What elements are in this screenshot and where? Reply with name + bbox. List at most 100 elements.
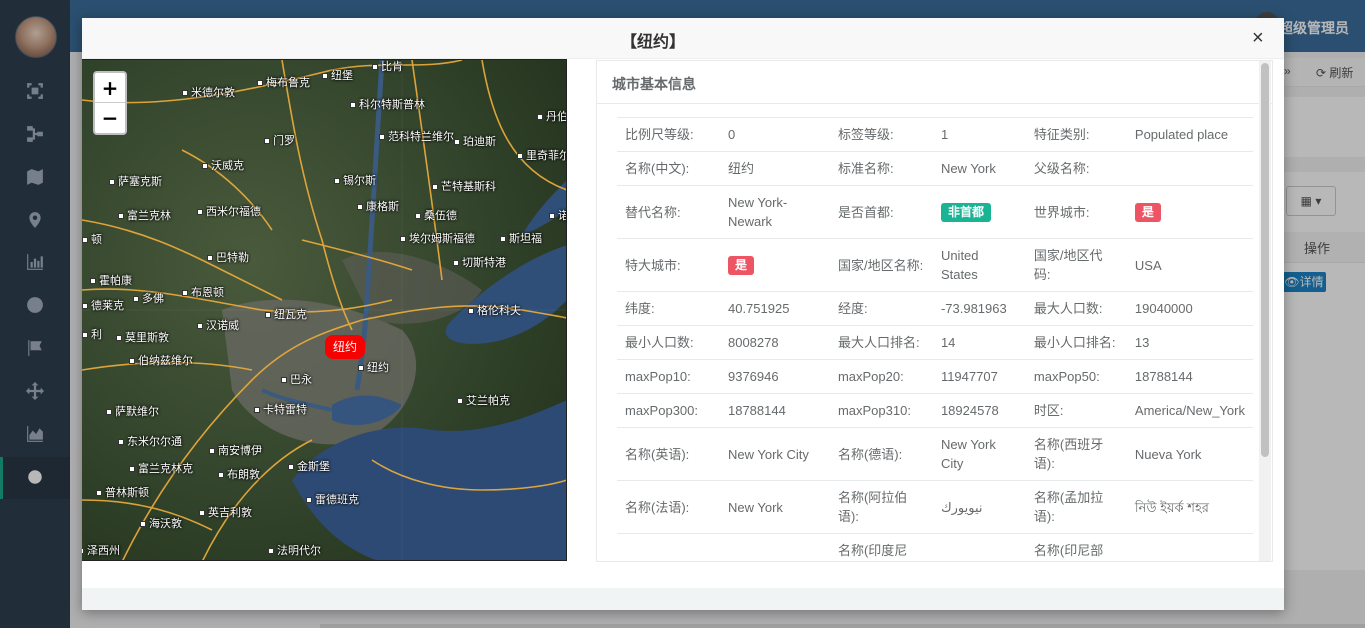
map-label: 里奇菲尔 [517,147,566,163]
map-label: 雷德班克 [306,491,359,507]
info-scrollbar[interactable] [1259,61,1271,561]
field-value: নিউ ইয়র্ক শহর [1126,480,1253,534]
field-value: 0 [719,117,830,152]
map-label: 德莱克 [82,297,124,313]
field-label: 比例尺等级: [617,117,720,152]
map-label: 卡特雷特 [254,401,307,417]
map-label: 东米尔尔通 [118,433,182,449]
map-label: 利 [82,326,102,342]
map-label: 纽瓦克 [265,306,307,322]
map-label: 比肯 [372,60,403,74]
zoom-control: + − [93,71,127,135]
city-marker[interactable]: 纽约 [325,335,365,359]
map-label: 沃威克 [202,157,244,173]
map-label: 巴永 [281,371,312,387]
map-label: 纽堡 [322,67,353,83]
field-label: 世界城市: [1025,185,1127,239]
map-label: 萨默维尔 [106,403,159,419]
field-value: 11947707 [932,359,1026,394]
map-label: 多佛 [133,290,164,306]
map-label: 顿 [82,231,102,247]
field-label: 父级名称: [1025,151,1127,186]
field-label: maxPop300: [617,393,720,428]
field-value: New York [719,480,830,534]
info-panel-title: 城市基本信息 [612,76,696,92]
map-label: 门罗 [264,132,295,148]
field-value: 8008278 [719,325,830,360]
field-label: 标准名称: [829,151,933,186]
map-label: 丹伯 [537,108,566,124]
map-label: 泽西州 [82,542,120,558]
field-label: 名称(中文): [617,151,720,186]
field-label: 替代名称: [617,185,720,239]
map-label: 伯纳兹维尔 [129,352,193,368]
field-value: 18788144 [719,393,830,428]
field-value [1126,533,1253,561]
field-label: 名称(德语): [829,427,933,481]
field-label: 经度: [829,291,933,326]
info-scrollbar-thumb[interactable] [1261,63,1269,457]
map-label: 珀迪斯 [454,133,496,149]
modal-header: 【纽约】 × [82,18,1284,59]
map-label: 莫里斯敦 [116,329,169,345]
field-value-cell: 是 [1126,185,1253,239]
info-panel-header: 城市基本信息 [597,61,1272,104]
table-row: 名称(印度尼 名称(印尼部 [617,533,1253,561]
table-row: maxPop300: 18788144 maxPop310: 18924578 时区: A… [617,393,1253,428]
field-label: 特征类别: [1025,117,1127,152]
map-label: 富兰克林 [118,207,171,223]
field-value: New York City [719,427,830,481]
table-row: 最小人口数: 8008278 最大人口排名: 14 最小人口排名: 13 [617,325,1253,360]
field-value: 18788144 [1126,359,1253,394]
field-value: 14 [932,325,1026,360]
map-label: 布恩顿 [182,284,224,300]
map-label: 英吉利敦 [199,504,252,520]
table-row: 替代名称: New York-Newark 是否首都: 非首都 世界城市: 是 [617,185,1253,239]
field-value: New York [932,151,1026,186]
field-value: 1 [932,117,1026,152]
table-row: 特大城市: 是 国家/地区名称: United States 国家/地区代码: USA [617,238,1253,292]
field-value [1126,151,1253,186]
map-label: 斯坦福 [500,230,542,246]
field-label: 名称(西班牙语): [1025,427,1127,481]
city-info-panel: 城市基本信息 比例尺等级: 0 标签等级: 1 特征类别: Populated place… [596,60,1273,562]
status-badge: 是 [727,256,754,275]
field-value-cell: 是 [719,238,830,292]
table-row: 名称(中文): 纽约 标准名称: New York 父级名称: [617,151,1253,186]
field-label: 标签等级: [829,117,933,152]
map-label: 米德尔敦 [182,84,235,100]
field-label: 时区: [1025,393,1127,428]
field-label: 名称(英语): [617,427,720,481]
field-label: 名称(阿拉伯语): [829,480,933,534]
field-label: 名称(印尼部 [1025,533,1127,561]
field-value: 13 [1126,325,1253,360]
zoom-out-button[interactable]: − [95,103,125,133]
field-label: maxPop20: [829,359,933,394]
status-badge: 是 [1134,203,1161,222]
field-label: 国家/地区名称: [829,238,933,292]
field-value: -73.981963 [932,291,1026,326]
field-label: 最大人口数: [1025,291,1127,326]
field-value: 纽约 [719,151,830,186]
city-info-table: 比例尺等级: 0 标签等级: 1 特征类别: Populated place 名称(中文):… [617,117,1253,561]
map-label: 海沃敦 [140,515,182,531]
field-value: USA [1126,238,1253,292]
status-badge: 非首都 [940,203,991,222]
map-label: 汉诺威 [197,317,239,333]
map-label: 康格斯 [357,198,399,214]
map-label: 锡尔斯 [334,172,376,188]
field-label: 国家/地区代码: [1025,238,1127,292]
city-detail-modal: 【纽约】 × 比肯 纽堡 梅布鲁克 米德尔敦 科尔特斯普林 丹伯 门罗 范科特兰… [82,18,1284,610]
field-label: 特大城市: [617,238,720,292]
map-label: 萨塞克斯 [109,173,162,189]
field-value: United States [932,238,1026,292]
modal-title: 【纽约】 [620,34,685,51]
zoom-in-button[interactable]: + [95,73,125,103]
field-label: maxPop10: [617,359,720,394]
field-value: 9376946 [719,359,830,394]
close-icon[interactable]: × [1252,28,1264,48]
field-label: 名称(印度尼 [829,533,933,561]
satellite-map[interactable]: 比肯 纽堡 梅布鲁克 米德尔敦 科尔特斯普林 丹伯 门罗 范科特兰维尔 珀迪斯 … [82,59,567,561]
field-label: 纬度: [617,291,720,326]
table-row: 比例尺等级: 0 标签等级: 1 特征类别: Populated place [617,117,1253,152]
